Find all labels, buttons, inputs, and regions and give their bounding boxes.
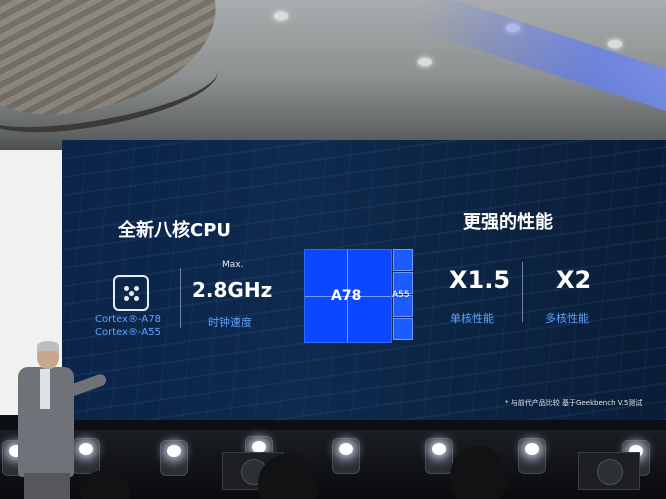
right-heading: 更强的性能 bbox=[463, 212, 553, 233]
ceiling-light bbox=[274, 12, 288, 20]
stage-spotlight bbox=[160, 440, 188, 476]
left-heading: 全新八核CPU bbox=[118, 220, 232, 241]
max-label: Max. bbox=[222, 260, 244, 270]
a55-core bbox=[393, 318, 413, 340]
single-core-value: X1.5 bbox=[449, 266, 511, 294]
cortex-a55-label: Cortex®-A55 bbox=[95, 327, 161, 338]
stage-spotlight bbox=[518, 438, 546, 474]
multi-core-value: X2 bbox=[556, 266, 592, 294]
clock-speed-caption: 时钟速度 bbox=[208, 316, 252, 329]
cpu-chip-icon bbox=[113, 275, 149, 311]
a55-core bbox=[393, 249, 413, 271]
a78-core-label: A78 bbox=[331, 288, 362, 304]
ceiling-light bbox=[608, 40, 622, 48]
keynote-stage-photo: 全新八核CPU Cortex®-A78 Cortex®-A55 Max. 2.8… bbox=[0, 0, 666, 499]
single-core-caption: 单核性能 bbox=[450, 312, 494, 325]
clock-speed-value: 2.8GHz bbox=[192, 278, 273, 302]
multi-core-caption: 多核性能 bbox=[545, 312, 589, 325]
stage-spotlight bbox=[425, 438, 453, 474]
audience-head bbox=[450, 446, 506, 499]
a78-core-block: A78 bbox=[304, 249, 392, 343]
divider bbox=[522, 262, 523, 322]
ceiling-light bbox=[418, 58, 432, 66]
a55-core-label: A55 bbox=[392, 290, 410, 300]
stage-spotlight bbox=[332, 438, 360, 474]
divider bbox=[180, 268, 181, 328]
footnote: * 与前代产品比较 基于Geekbench V.5测试 bbox=[505, 399, 643, 407]
stage-speaker bbox=[578, 452, 640, 490]
cortex-a78-label: Cortex®-A78 bbox=[95, 314, 161, 325]
